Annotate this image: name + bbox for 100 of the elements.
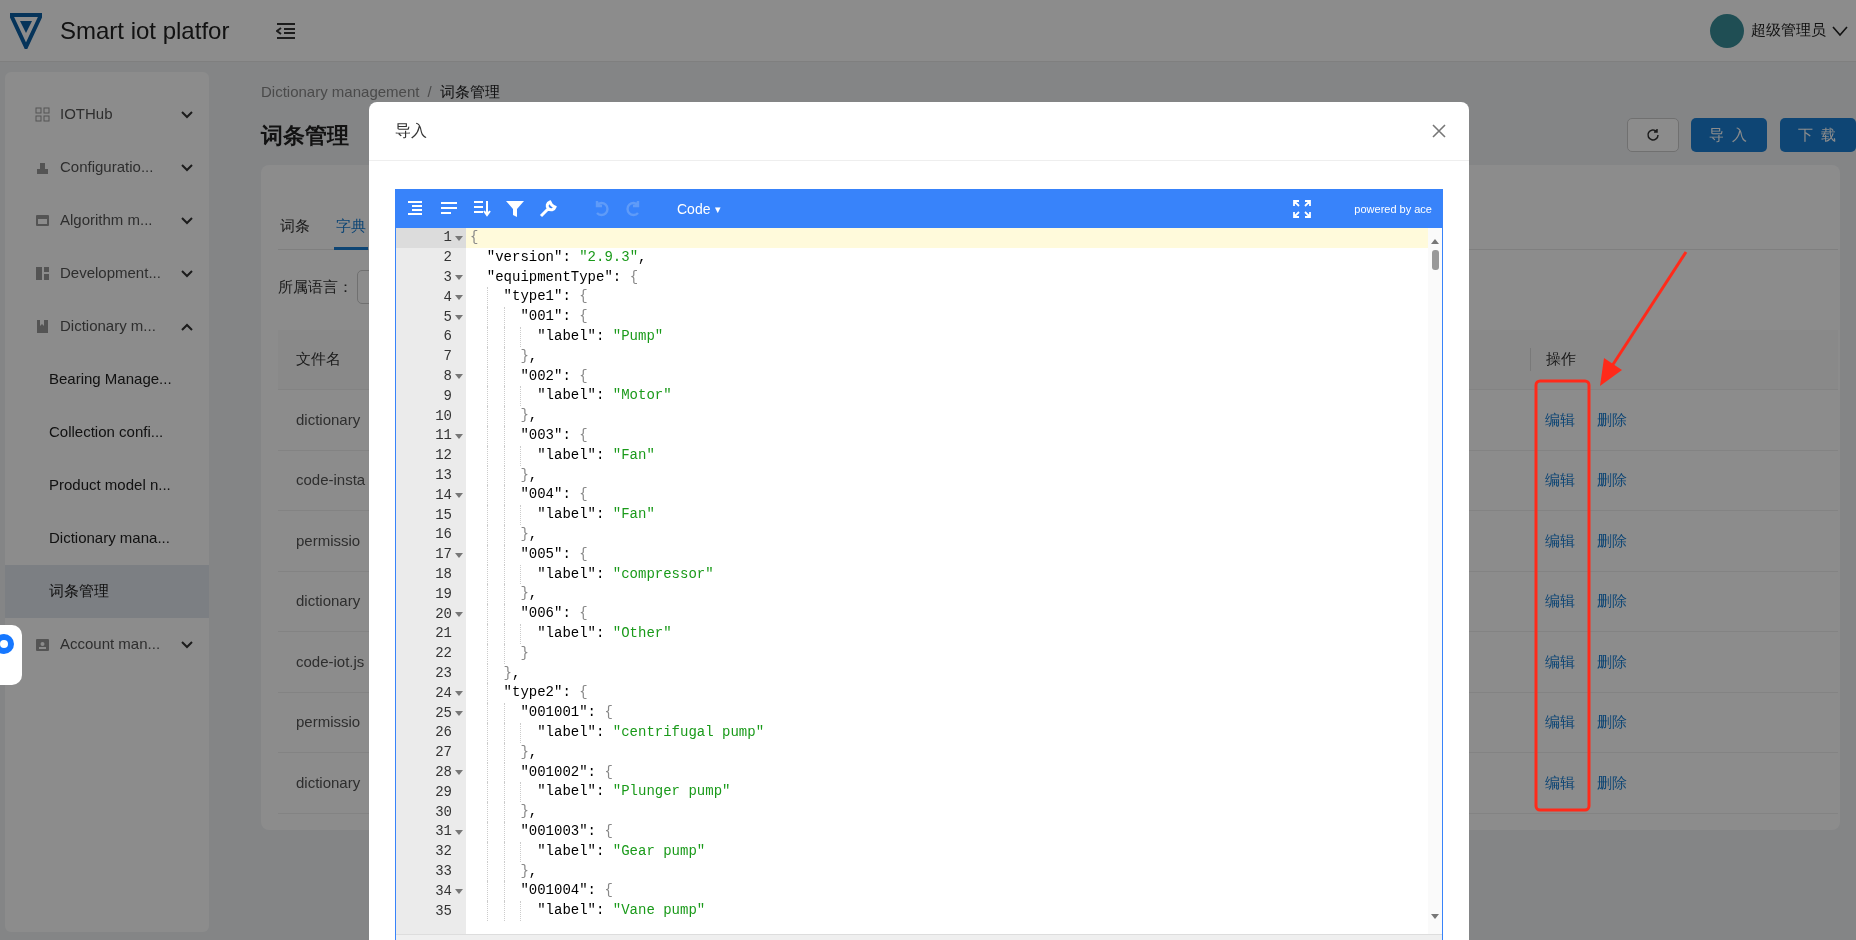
delete-link[interactable]: 删除 — [1597, 529, 1627, 552]
delete-link[interactable]: 删除 — [1597, 469, 1627, 492]
close-icon[interactable] — [1431, 123, 1447, 139]
line-number: 13 — [435, 465, 452, 485]
fullscreen-icon[interactable] — [1293, 200, 1312, 218]
sidebar-item[interactable]: Development... — [5, 247, 209, 300]
line-number: 24 — [435, 683, 452, 703]
chevron-down-icon[interactable] — [1832, 24, 1848, 37]
delete-link[interactable]: 删除 — [1597, 771, 1627, 794]
table-cell: dictionary — [296, 410, 361, 428]
edit-link[interactable]: 编辑 — [1545, 590, 1575, 613]
table-cell: permissio — [296, 713, 361, 730]
line-number: 33 — [435, 861, 452, 881]
floating-chat-menu[interactable] — [0, 625, 22, 685]
edit-link[interactable]: 编辑 — [1545, 650, 1575, 673]
sidebar-item[interactable]: Algorithm m... — [5, 194, 209, 247]
edit-link[interactable]: 编辑 — [1545, 469, 1575, 492]
line-number: 25 — [435, 703, 452, 723]
line-number: 9 — [443, 386, 452, 406]
page-title: 词条管理 — [261, 121, 349, 150]
app-title: Smart iot platfor — [60, 15, 230, 46]
sidebar-item[interactable]: IOTHub — [5, 88, 209, 141]
chevron-down-icon — [181, 216, 193, 225]
id-card-icon — [35, 637, 50, 652]
edit-link[interactable]: 编辑 — [1545, 408, 1575, 431]
line-number: 20 — [435, 604, 452, 624]
line-number: 21 — [435, 624, 452, 644]
line-number: 35 — [435, 901, 452, 921]
sidebar-subitem[interactable]: Product model n... — [5, 459, 209, 512]
book-icon — [35, 319, 50, 334]
line-number: 30 — [435, 802, 452, 822]
avatar[interactable] — [1709, 12, 1745, 49]
line-number: 7 — [443, 347, 452, 367]
chevron-down-icon — [181, 110, 193, 119]
code-line: "version": "2.9.3", — [485, 247, 648, 267]
line-number: 18 — [435, 564, 452, 584]
tab[interactable]: 词条 — [278, 205, 312, 250]
line-number: 6 — [443, 327, 452, 347]
sidebar-item[interactable]: Dictionary m... — [5, 300, 209, 353]
delete-link[interactable]: 删除 — [1597, 711, 1627, 734]
table-cell: permissio — [296, 531, 361, 549]
chevron-down-icon — [181, 163, 193, 172]
window-icon — [35, 213, 50, 228]
line-number: 22 — [435, 644, 452, 664]
caret-icon[interactable]: ▾ — [715, 200, 722, 218]
edit-link[interactable]: 编辑 — [1545, 771, 1575, 794]
line-number: 19 — [435, 584, 452, 604]
line-number: 29 — [435, 782, 452, 802]
download-button[interactable]: 下 载 — [1779, 118, 1856, 152]
fold-arrow-icon[interactable] — [454, 708, 464, 718]
line-number: 3 — [443, 268, 452, 287]
column-header: 文件名 — [296, 350, 341, 368]
delete-link[interactable]: 删除 — [1597, 408, 1627, 431]
sort-icon[interactable] — [472, 199, 492, 219]
user-name[interactable]: 超级管理员 — [1751, 19, 1826, 42]
line-number: 32 — [435, 842, 452, 862]
sidebar-subitem[interactable]: Dictionary mana... — [5, 512, 209, 565]
line-number: 16 — [435, 525, 452, 545]
line-number: 12 — [435, 446, 452, 466]
chevron-down-icon — [181, 269, 193, 278]
menu-icon[interactable] — [276, 21, 297, 40]
mode-dropdown[interactable]: Code — [677, 198, 711, 220]
sidebar-subitem[interactable]: Bearing Manage... — [5, 353, 209, 406]
wrench-icon[interactable] — [538, 199, 558, 219]
refresh-icon[interactable] — [1645, 128, 1660, 142]
table-cell: dictionary — [296, 773, 361, 791]
line-number: 31 — [435, 822, 452, 842]
delete-link[interactable]: 删除 — [1597, 650, 1627, 673]
table-cell: dictionary — [296, 592, 361, 609]
filter-label: 所属语言： — [278, 276, 353, 297]
line-number: 14 — [435, 485, 452, 505]
sidebar-subitem[interactable]: 词条管理 — [5, 565, 209, 618]
line-number: 27 — [435, 743, 452, 763]
delete-link[interactable]: 删除 — [1597, 590, 1627, 613]
breadcrumb-link[interactable]: Dictionary management — [261, 80, 420, 104]
dialog-title: 导入 — [395, 121, 428, 141]
scrollbar[interactable] — [1428, 228, 1442, 934]
edit-link[interactable]: 编辑 — [1545, 711, 1575, 734]
chevron-up-icon — [181, 322, 193, 331]
line-number: 8 — [443, 367, 452, 386]
powered-by-label[interactable]: powered by ace — [1354, 200, 1432, 218]
logo-icon — [10, 12, 42, 49]
chat-icon[interactable] — [0, 634, 14, 654]
import-button[interactable]: 导 入 — [1690, 118, 1767, 152]
line-number: 15 — [435, 505, 452, 525]
table-cell: code-iot.js — [296, 652, 365, 670]
column-header: 操作 — [1546, 349, 1576, 370]
grid-icon — [35, 107, 50, 122]
filter-icon[interactable] — [505, 199, 525, 219]
chevron-down-icon — [181, 640, 193, 649]
line-number: 10 — [435, 406, 452, 426]
sidebar-item[interactable]: Configuratio... — [5, 141, 209, 194]
line-number: 28 — [435, 762, 452, 782]
refresh-button[interactable] — [1626, 118, 1679, 152]
line-number: 34 — [435, 881, 452, 901]
line-number: 26 — [435, 723, 452, 743]
sidebar-item[interactable]: Account man... — [5, 618, 209, 671]
edit-link[interactable]: 编辑 — [1545, 529, 1575, 552]
stack-icon — [35, 160, 50, 175]
sidebar-subitem[interactable]: Collection confi... — [5, 406, 209, 459]
